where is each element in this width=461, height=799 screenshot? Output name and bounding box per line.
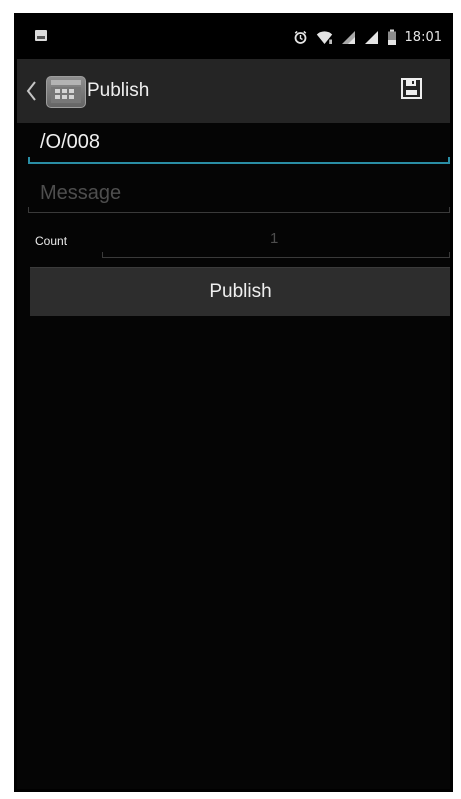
- phone-screen: 18:01 Publish /O/008 Message Count 1 Pub…: [14, 13, 453, 792]
- status-bar: 18:01: [17, 16, 450, 59]
- count-value[interactable]: 1: [270, 229, 278, 249]
- message-field[interactable]: Message: [28, 173, 450, 213]
- grid-icon: [51, 80, 81, 103]
- publish-button[interactable]: Publish: [30, 267, 450, 316]
- count-field[interactable]: 1: [102, 221, 450, 258]
- status-time: 18:01: [404, 29, 442, 45]
- chevron-left-icon[interactable]: [25, 80, 38, 102]
- alarm-icon: [294, 30, 306, 44]
- message-placeholder[interactable]: Message: [40, 181, 121, 205]
- cell-signal-icon: [341, 30, 355, 44]
- message-underline: [28, 207, 450, 213]
- app-icon[interactable]: [46, 76, 86, 108]
- wifi-icon: [316, 30, 332, 44]
- save-icon[interactable]: [400, 77, 423, 100]
- topic-field[interactable]: /O/008: [28, 122, 450, 164]
- battery-icon: [387, 29, 396, 45]
- topic-underline: [28, 157, 450, 164]
- status-icons: 18:01: [293, 25, 442, 49]
- count-underline: [102, 252, 450, 258]
- app-bar: Publish: [17, 59, 450, 123]
- gallery-notification-icon: [35, 30, 47, 41]
- topic-value[interactable]: /O/008: [40, 129, 100, 155]
- count-label: Count: [35, 234, 68, 248]
- page-title: Publish: [87, 80, 150, 101]
- cell-signal-icon: [364, 30, 378, 44]
